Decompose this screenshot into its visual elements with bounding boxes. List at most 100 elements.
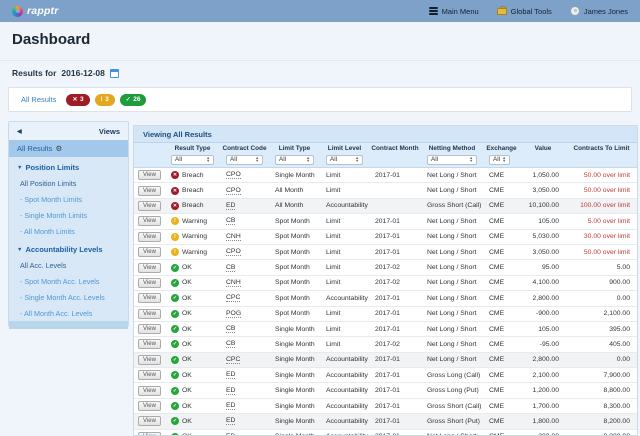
value-cell: 95.00 — [541, 264, 559, 272]
col-contract-code[interactable]: Contract Code — [220, 145, 269, 152]
limit-type-cell: Spot Month — [275, 310, 310, 318]
view-button[interactable]: View — [138, 370, 161, 381]
view-button[interactable]: View — [138, 308, 161, 319]
contract-month-cell: 2017-01 — [375, 310, 400, 318]
sidebar-item-spot-month-limits[interactable]: - Spot Month Limits — [9, 191, 128, 207]
sidebar-item-all-month-limits[interactable]: - All Month Limits — [9, 223, 128, 239]
filter-netting-method[interactable]: All ▲ ▼ — [427, 154, 477, 165]
view-button[interactable]: View — [138, 431, 161, 435]
rapptr-logo-icon — [12, 5, 23, 17]
warning-icon: ! — [171, 232, 179, 241]
limit-level-cell: Limit — [326, 217, 341, 225]
view-button[interactable]: View — [138, 354, 161, 365]
contracts-to-limit-cell: 8,200.00 — [603, 417, 630, 425]
user-menu-button[interactable]: James Jones — [569, 6, 628, 16]
breach-count-badge[interactable]: ✕ 3 — [66, 93, 90, 106]
view-button[interactable]: View — [138, 277, 161, 288]
result-type-label: OK — [182, 310, 192, 318]
sidebar-item-spot-month-acc-levels[interactable]: - Spot Month Acc. Levels — [9, 273, 128, 289]
view-button[interactable]: View — [138, 231, 161, 242]
result-type-cell: ✓OK — [165, 263, 220, 272]
main-menu-button[interactable]: Main Menu — [428, 6, 479, 16]
col-contracts-to-limit[interactable]: Contracts To Limit — [566, 145, 637, 152]
breach-count: 3 — [79, 96, 84, 103]
col-result-type[interactable]: Result Type — [165, 145, 220, 152]
results-for-row: Results for 2016-12-08 — [12, 68, 119, 78]
col-exchange[interactable]: Exchange — [483, 145, 520, 152]
filter-result-type[interactable]: All ▲ ▼ — [171, 154, 214, 165]
position-limits-title: Position Limits — [25, 163, 80, 172]
section-position-limits[interactable]: ▼ Position Limits — [9, 157, 128, 175]
warning-count-badge[interactable]: ! 3 — [94, 93, 115, 106]
filter-limit-type[interactable]: All ▲ ▼ — [275, 154, 314, 165]
contract-code: CPO — [226, 186, 241, 195]
result-type-label: OK — [182, 417, 192, 425]
views-title: Views — [98, 126, 120, 136]
col-contract-month[interactable]: Contract Month — [369, 145, 421, 152]
sidebar-item-all-acc-levels[interactable]: All Acc. Levels — [9, 257, 128, 273]
contracts-to-limit-cell: 900.00 — [609, 279, 630, 287]
result-type-cell: ✕ Breach — [165, 201, 220, 210]
netting-method-cell: Gross Long (Call) — [427, 371, 481, 379]
calendar-icon[interactable] — [109, 68, 119, 78]
contract-code-cell: ED — [220, 402, 269, 411]
view-button[interactable]: View — [138, 401, 161, 412]
sidebar-item-single-month-limits[interactable]: - Single Month Limits — [9, 207, 128, 223]
col-limit-level[interactable]: Limit Level — [320, 145, 369, 152]
col-limit-type[interactable]: Limit Type — [269, 145, 320, 152]
view-button[interactable]: View — [138, 200, 161, 211]
limit-type-cell: Single Month — [275, 387, 315, 395]
result-type-label: OK — [182, 279, 192, 287]
value-cell: 3,050.00 — [532, 187, 559, 195]
netting-method-cell: Net Long / Short — [427, 310, 477, 318]
filter-contract-code[interactable]: All ▲ ▼ — [226, 154, 263, 165]
ok-count-badge[interactable]: ✓ 26 — [119, 93, 147, 106]
contract-code: POG — [226, 309, 242, 318]
view-button[interactable]: View — [138, 170, 161, 181]
view-button[interactable]: View — [138, 416, 161, 427]
limit-type-cell: Single Month — [275, 340, 315, 348]
limit-type-cell: Spot Month — [275, 248, 310, 256]
limit-level-cell: Accountability — [326, 387, 368, 395]
view-button[interactable]: View — [138, 385, 161, 396]
filter-limit-level[interactable]: All ▲ ▼ — [326, 154, 363, 165]
view-button[interactable]: View — [138, 262, 161, 273]
view-button[interactable]: View — [138, 185, 161, 196]
contract-code: CPC — [226, 355, 241, 364]
view-button[interactable]: View — [138, 216, 161, 227]
main-menu-label: Main Menu — [441, 6, 479, 16]
contract-month-cell: 2017-01 — [375, 248, 400, 256]
filter-exchange[interactable]: All ▲ ▼ — [489, 154, 510, 165]
global-tools-button[interactable]: Global Tools — [496, 5, 552, 16]
global-tools-label: Global Tools — [510, 6, 552, 16]
result-type-label: OK — [182, 264, 192, 272]
netting-method-cell: Net Long / Short — [427, 294, 477, 302]
sidebar-item-all-position-limits[interactable]: All Position Limits — [9, 175, 128, 191]
view-button[interactable]: View — [138, 324, 161, 335]
brand[interactable]: rapptr — [12, 5, 59, 17]
col-value[interactable]: Value — [520, 145, 566, 152]
table-row: View ✓OK ED Single Month Accountability 2017-… — [134, 368, 637, 384]
contracts-to-limit-cell: 8,800.00 — [603, 387, 630, 395]
sidebar-item-all-results[interactable]: All Results ⚙ — [9, 140, 128, 157]
view-button[interactable]: View — [138, 247, 161, 258]
view-button[interactable]: View — [138, 293, 161, 304]
section-accountability-levels[interactable]: ▼ Accountability Levels — [9, 239, 128, 257]
ok-icon: ✓ — [125, 97, 131, 103]
brand-name: rapptr — [27, 5, 59, 17]
collapse-arrow-icon[interactable]: ◀ — [17, 128, 22, 135]
result-type-cell: ✓OK — [165, 355, 220, 364]
sidebar-item-single-month-acc-levels[interactable]: - Single Month Acc. Levels — [9, 289, 128, 305]
result-type-label: OK — [182, 402, 192, 410]
limit-level-cell: Limit — [326, 233, 341, 241]
all-results-link[interactable]: All Results — [21, 95, 56, 104]
contract-month-cell: 2017-01 — [375, 325, 400, 333]
col-netting-method[interactable]: Netting Method — [421, 145, 483, 152]
contract-month-cell: 2017-02 — [375, 264, 400, 272]
netting-method-cell: Gross Long (Put) — [427, 387, 479, 395]
sidebar-item-all-month-acc-levels[interactable]: - All Month Acc. Levels — [9, 305, 128, 321]
view-button[interactable]: View — [138, 339, 161, 350]
result-type-label: OK — [182, 356, 192, 364]
ok-icon: ✓ — [171, 432, 179, 435]
gear-icon[interactable]: ⚙ — [55, 144, 62, 153]
